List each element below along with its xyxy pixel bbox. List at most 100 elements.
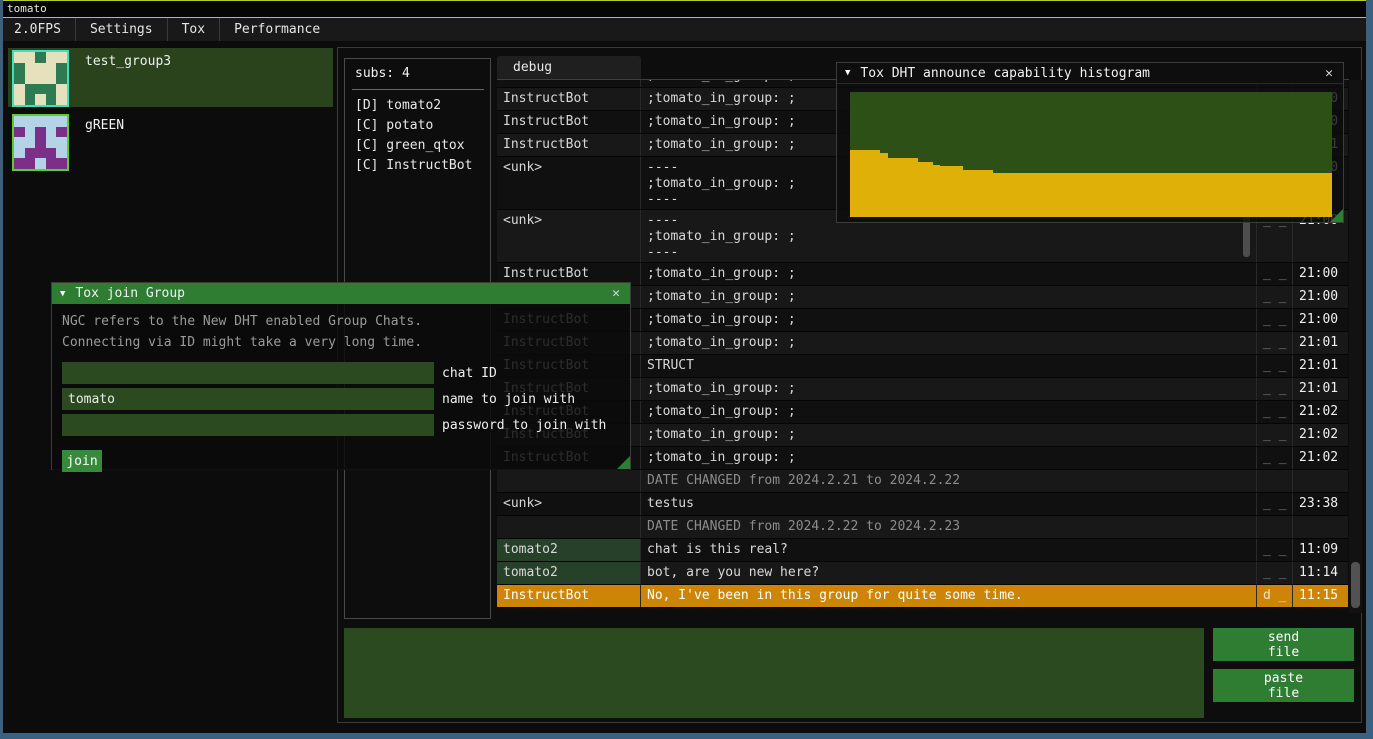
histogram-window-title: Tox DHT announce capability histogram	[860, 66, 1323, 81]
histogram-bar	[1159, 173, 1167, 217]
chat-id-label: chat ID	[442, 366, 497, 381]
group-avatar	[12, 50, 69, 107]
message-text: STRUCT	[641, 355, 1257, 377]
histogram-bar	[925, 162, 933, 217]
histogram-bar	[1249, 173, 1257, 217]
chat-id-input[interactable]	[62, 362, 434, 384]
join-password-input[interactable]	[62, 414, 434, 436]
histogram-bar	[1287, 173, 1295, 217]
message-status-flags: _ _	[1257, 332, 1293, 354]
message-sender	[497, 470, 641, 492]
date-changed-row: DATE CHANGED from 2024.2.21 to 2024.2.22	[497, 470, 1348, 493]
dht-histogram-window: ▼ Tox DHT announce capability histogram …	[836, 62, 1344, 223]
histogram-bar	[910, 158, 918, 217]
dht-capability-histogram-plot	[850, 92, 1332, 217]
histogram-bar	[1129, 173, 1137, 217]
histogram-bar	[1136, 173, 1144, 217]
scrollbar-grab[interactable]	[1351, 562, 1360, 608]
date-changed-text: DATE CHANGED from 2024.2.21 to 2024.2.22	[641, 470, 1257, 492]
tab-debug[interactable]: debug	[497, 56, 641, 80]
collapse-arrow-icon[interactable]: ▼	[60, 289, 65, 299]
histogram-bar	[850, 150, 858, 218]
message-text: chat is this real?	[641, 539, 1257, 561]
chat-message-row[interactable]: tomato2chat is this real?_ _11:09	[497, 539, 1348, 562]
chat-message-row[interactable]: <unk>testus_ _23:38	[497, 493, 1348, 516]
join-name-input[interactable]	[62, 388, 434, 410]
histogram-bar	[1008, 173, 1016, 217]
histogram-bar	[1121, 173, 1129, 217]
message-status-flags: _ _	[1257, 562, 1293, 584]
histogram-bar	[1038, 173, 1046, 217]
message-timestamp: 21:01	[1293, 332, 1348, 354]
message-status-flags: _ _	[1257, 539, 1293, 561]
join-password-label: password to join with	[442, 418, 606, 433]
histogram-bar	[1023, 173, 1031, 217]
histogram-bar	[1068, 173, 1076, 217]
subscriber-item[interactable]: [D] tomato2	[355, 96, 486, 116]
histogram-bar	[986, 170, 994, 218]
message-text: ;tomato_in_group: ;	[641, 286, 1257, 308]
message-text: ;tomato_in_group: ;	[641, 401, 1257, 423]
histogram-bar	[1302, 173, 1310, 217]
join-name-label: name to join with	[442, 392, 575, 407]
message-timestamp: 11:09	[1293, 539, 1348, 561]
histogram-bar	[993, 173, 1001, 217]
chat-message-row[interactable]: InstructBotNo, I've been in this group f…	[497, 585, 1348, 608]
resize-grip[interactable]	[1330, 209, 1343, 222]
histogram-bar	[858, 150, 866, 218]
subscriber-item[interactable]: [C] green_qtox	[355, 136, 486, 156]
menu-item-performance[interactable]: Performance	[220, 18, 334, 41]
subscriber-item[interactable]: [C] InstructBot	[355, 156, 486, 176]
message-status-flags: d _	[1257, 585, 1293, 607]
histogram-bar	[1227, 173, 1235, 217]
subscriber-item[interactable]: [C] potato	[355, 116, 486, 136]
histogram-bar	[1001, 173, 1009, 217]
message-timestamp: 21:02	[1293, 424, 1348, 446]
close-icon[interactable]: ✕	[1323, 66, 1335, 81]
chat-message-row[interactable]: tomato2bot, are you new here?_ _11:14	[497, 562, 1348, 585]
histogram-bar	[1106, 173, 1114, 217]
resize-grip[interactable]	[617, 456, 630, 469]
histogram-bar	[971, 170, 979, 218]
histogram-bar	[933, 165, 941, 218]
collapse-arrow-icon[interactable]: ▼	[845, 68, 850, 78]
histogram-bar	[1317, 173, 1325, 217]
histogram-bar	[880, 153, 888, 217]
join-window-titlebar[interactable]: ▼ Tox join Group ✕	[52, 283, 630, 304]
menu-item-tox[interactable]: Tox	[168, 18, 219, 41]
sidebar-item-test-group3[interactable]: test_group3	[8, 48, 333, 107]
menu-item-settings[interactable]: Settings	[76, 18, 167, 41]
subscribers-list: [D] tomato2[C] potato[C] green_qtox[C] I…	[355, 96, 486, 176]
message-input[interactable]	[344, 628, 1204, 718]
message-log-scrollbar[interactable]	[1349, 80, 1362, 613]
paste-file-button[interactable]: paste file	[1213, 669, 1354, 702]
message-sender: <unk>	[497, 157, 641, 209]
histogram-bar	[1144, 173, 1152, 217]
date-changed-text: DATE CHANGED from 2024.2.22 to 2024.2.23	[641, 516, 1257, 538]
message-text: ;tomato_in_group: ;	[641, 309, 1257, 331]
histogram-bar	[1294, 173, 1302, 217]
os-window-titlebar[interactable]: tomato	[0, 0, 1373, 18]
histogram-bar	[1212, 173, 1220, 217]
send-file-button[interactable]: send file	[1213, 628, 1354, 661]
histogram-bar	[1031, 173, 1039, 217]
group-avatar	[12, 114, 69, 171]
group-name: test_group3	[85, 54, 171, 69]
app-window: tomato 2.0FPSSettingsToxPerformance test…	[0, 0, 1373, 739]
message-timestamp: 21:02	[1293, 401, 1348, 423]
histogram-window-titlebar[interactable]: ▼ Tox DHT announce capability histogram …	[837, 63, 1343, 84]
histogram-bar	[1219, 173, 1227, 217]
histogram-bar	[895, 158, 903, 217]
histogram-bar	[1046, 173, 1054, 217]
message-text: ;tomato_in_group: ;	[641, 447, 1257, 469]
message-timestamp	[1293, 516, 1348, 538]
message-timestamp: 11:14	[1293, 562, 1348, 584]
message-sender: InstructBot	[497, 134, 641, 156]
join-button[interactable]: join	[62, 450, 102, 472]
histogram-bar	[1279, 173, 1287, 217]
histogram-bar	[1114, 173, 1122, 217]
close-icon[interactable]: ✕	[610, 286, 622, 301]
sidebar-item-green[interactable]: gREEN	[8, 112, 333, 171]
histogram-bar	[903, 158, 911, 217]
message-timestamp: 21:02	[1293, 447, 1348, 469]
